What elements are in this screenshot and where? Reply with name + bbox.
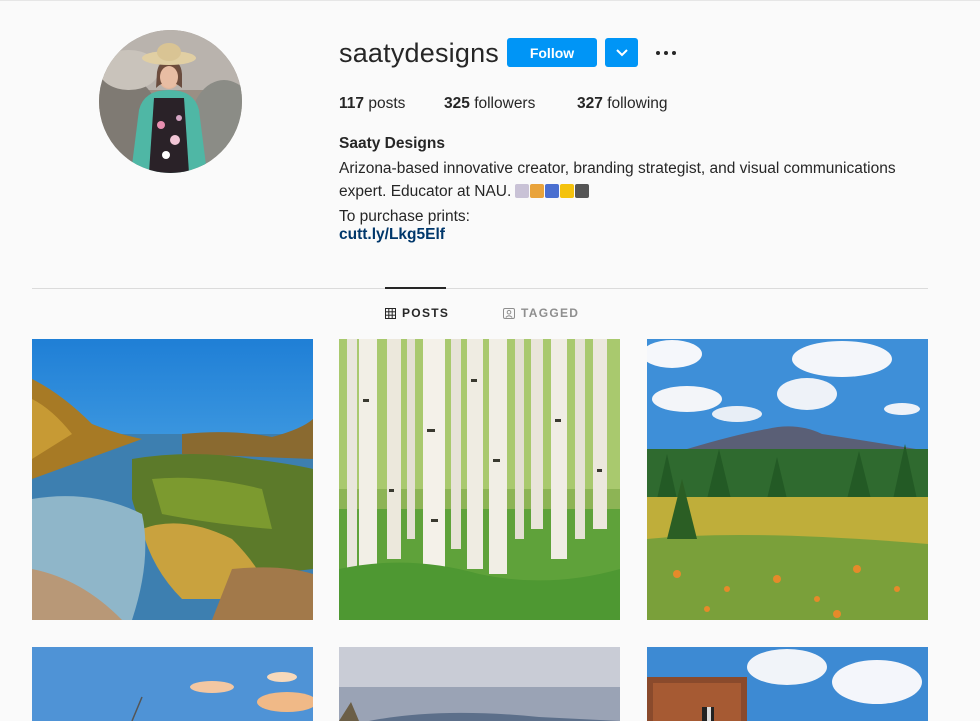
posts-label: posts [368, 95, 406, 112]
post-thumbnail[interactable] [339, 647, 620, 721]
full-name: Saaty Designs [339, 135, 445, 152]
lake-sunset-image [32, 647, 313, 721]
tab-posts-label: POSTS [402, 306, 450, 320]
following-count: 327 [577, 95, 603, 112]
bio-line-2: expert. Educator at NAU. [339, 183, 512, 200]
bio-line-3: To purchase prints: [339, 208, 470, 225]
chevron-down-icon [615, 48, 628, 56]
post-thumbnail[interactable] [32, 647, 313, 721]
posts-count: 117 [339, 95, 365, 112]
post-thumbnail[interactable] [647, 647, 928, 721]
followers-label: followers [474, 95, 536, 112]
tab-tagged[interactable]: TAGGED [503, 306, 579, 320]
palette-emoji-icon [530, 184, 545, 198]
post-thumbnail[interactable] [339, 339, 620, 620]
mountain-meadow-image [647, 339, 928, 620]
cloudy-landscape-image [339, 647, 620, 721]
followers-stat[interactable]: 325 followers [444, 95, 535, 113]
aspen-forest-image [339, 339, 620, 620]
tagged-icon [503, 307, 515, 319]
suggestions-dropdown-button[interactable] [605, 38, 638, 67]
camera-emoji-icon [575, 184, 590, 198]
emoji-icons [515, 182, 590, 205]
painted-building-image [647, 647, 928, 721]
paintbrush-emoji-icon [545, 184, 560, 198]
followers-count: 325 [444, 95, 470, 112]
sunflower-emoji-icon [560, 184, 575, 198]
post-thumbnail[interactable] [32, 339, 313, 620]
coastal-rocks-image [32, 339, 313, 620]
ellipsis-icon [656, 51, 676, 55]
avatar[interactable] [99, 30, 242, 173]
more-options-button[interactable] [652, 40, 680, 66]
follow-button[interactable]: Follow [507, 38, 597, 67]
top-border [0, 0, 980, 1]
post-thumbnail[interactable] [647, 339, 928, 620]
posts-stat: 117 posts [339, 95, 405, 113]
active-tab-indicator [385, 287, 446, 289]
following-label: following [607, 95, 668, 112]
profile-link[interactable]: cutt.ly/Lkg5Elf [339, 226, 445, 244]
following-stat[interactable]: 327 following [577, 95, 668, 113]
tab-tagged-label: TAGGED [521, 306, 580, 320]
grid-icon [385, 307, 396, 319]
bio-line-2-wrap: expert. Educator at NAU. [339, 180, 939, 205]
username: saatydesigns [339, 38, 499, 68]
tabs-divider [32, 288, 928, 289]
tab-posts[interactable]: POSTS [385, 306, 449, 320]
woman-emoji-icon [515, 184, 530, 198]
bio: Arizona-based innovative creator, brandi… [339, 157, 939, 228]
avatar-photo [99, 30, 242, 173]
bio-line-1: Arizona-based innovative creator, brandi… [339, 160, 896, 177]
